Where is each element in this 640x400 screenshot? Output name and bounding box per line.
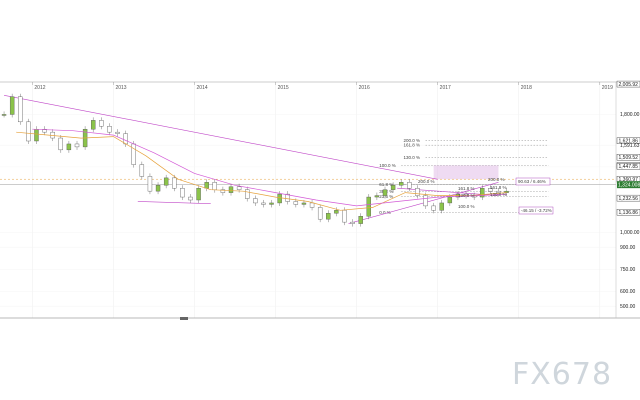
candle-body xyxy=(18,96,23,123)
current-price-label: 1,324.008 xyxy=(618,182,640,188)
candle-body xyxy=(188,196,193,201)
candle-body xyxy=(99,120,104,127)
candle-body xyxy=(382,189,388,196)
x-tick-label: 2014 xyxy=(197,85,208,91)
candle-body xyxy=(1,114,7,116)
chart-annotation: 130.0 % xyxy=(490,192,507,197)
candle-body xyxy=(277,193,282,204)
candle-body xyxy=(155,185,161,192)
candle-body xyxy=(261,202,266,205)
y-tick-label: 1,591.63 xyxy=(620,143,640,149)
candle-body xyxy=(180,187,185,198)
candle-body xyxy=(115,131,120,134)
x-tick-label: 2016 xyxy=(359,85,370,91)
candle-body xyxy=(407,182,412,189)
y-price-label: 1,232.56 xyxy=(619,196,639,202)
fib-level-label: 130.0 % xyxy=(404,155,421,160)
x-tick-label: 2015 xyxy=(278,85,289,91)
x-tick-label: 2013 xyxy=(115,85,126,91)
candle-body xyxy=(293,201,299,205)
series-line xyxy=(16,131,507,211)
scroll-handle xyxy=(180,317,188,320)
candle-body xyxy=(66,143,72,151)
chart-annotation: -46.15 / -3.72% xyxy=(521,208,552,213)
candle-body xyxy=(147,176,153,192)
watermark-logo: FX678 xyxy=(512,357,613,392)
trend-line xyxy=(137,201,211,204)
y-price-label: 1,447.85 xyxy=(619,164,639,170)
x-axis: 2012 2013 2014 2015 2016 2017 2018 2019 xyxy=(0,81,640,320)
x-tick-label: 2018 xyxy=(521,85,532,91)
candle-body xyxy=(196,187,201,201)
candle-body xyxy=(74,143,80,148)
y-price-label: 2,005.92 xyxy=(619,82,639,88)
candle-body xyxy=(131,143,136,165)
chart-annotation: 130.0 % xyxy=(458,193,475,198)
fibonacci-levels: 200.0 %161.8 %130.0 %100.0 %61.8 %38.2 %… xyxy=(0,138,616,215)
x-tick-label: 2019 xyxy=(602,85,613,91)
candle-body xyxy=(447,196,453,204)
candle-body xyxy=(439,202,444,211)
candle-body xyxy=(163,177,169,186)
candle-body xyxy=(342,210,347,223)
chart-annotation: 161.8 % xyxy=(458,186,475,191)
candle-body xyxy=(334,210,339,214)
candle-body xyxy=(123,133,128,145)
candle-body xyxy=(172,177,177,189)
candle-body xyxy=(34,128,39,142)
candle-body xyxy=(358,216,363,224)
price-chart[interactable]: 200.0 %161.8 %130.0 %100.0 %61.8 %38.2 %… xyxy=(0,0,640,400)
candle-body xyxy=(431,205,436,211)
candle-body xyxy=(26,121,31,142)
y-tick-label: 1,000.00 xyxy=(620,230,640,236)
chart-annotation: 100.0 % xyxy=(458,204,475,209)
y-price-label: 1,136.86 xyxy=(619,210,639,216)
candle-body xyxy=(245,189,250,199)
candle-body xyxy=(9,96,15,115)
candle-body xyxy=(107,126,112,133)
candle-body xyxy=(204,182,209,189)
chart-annotation: 161.8 % xyxy=(490,185,507,190)
candle-body xyxy=(236,186,242,190)
y-tick-label: 500.00 xyxy=(620,304,636,310)
chart-annotation: 200.0 % xyxy=(418,179,435,184)
candle-body xyxy=(374,195,380,198)
series-layer xyxy=(1,93,509,227)
candle-body xyxy=(309,202,315,208)
y-price-label: 1,509.52 xyxy=(619,155,639,161)
candle-body xyxy=(253,198,258,204)
candle-body xyxy=(139,164,145,177)
chart-annotation: 90.63 / 6.46% xyxy=(518,179,546,184)
candle-body xyxy=(228,186,234,193)
y-tick-label: 600.00 xyxy=(620,289,636,295)
x-tick-label: 2012 xyxy=(34,85,45,91)
candle-body xyxy=(399,182,404,186)
candle-body xyxy=(326,213,331,220)
candle-body xyxy=(390,185,396,190)
x-tick-label: 2017 xyxy=(440,85,451,91)
fib-level-label: 100.0 % xyxy=(379,163,396,168)
candle-body xyxy=(91,120,96,130)
candle-body xyxy=(269,202,274,205)
fib-level-label: 161.8 % xyxy=(404,143,421,148)
candle-body xyxy=(366,196,371,217)
candle-body xyxy=(415,187,420,196)
candle-body xyxy=(350,221,355,224)
candle-body xyxy=(423,195,428,207)
candle-body xyxy=(317,207,323,220)
y-axis: 2,005.921,800.001,621.861,591.631,509.52… xyxy=(615,80,640,318)
y-tick-label: 750.00 xyxy=(620,267,636,273)
y-tick-label: 1,800.00 xyxy=(620,112,640,118)
candle-body xyxy=(301,202,307,205)
y-tick-label: 900.00 xyxy=(620,245,636,251)
chart-annotation: 200.0 % xyxy=(488,177,505,182)
candle-body xyxy=(58,137,63,151)
candle-body xyxy=(212,182,217,190)
